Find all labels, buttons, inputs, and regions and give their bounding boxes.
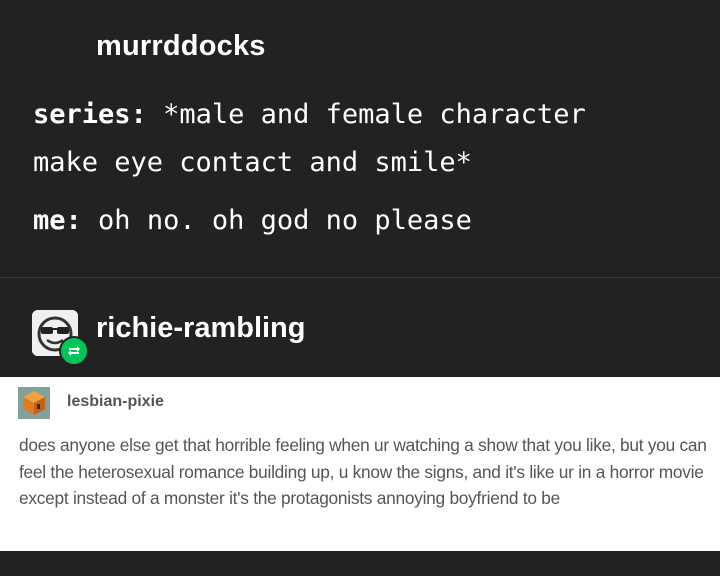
reblog-header: richie-rambling <box>0 290 720 376</box>
reblog-arrows-icon <box>68 346 80 356</box>
post-text-line-3: me: oh no. oh god no please <box>33 205 472 236</box>
screenshot-username: lesbian-pixie <box>67 393 164 410</box>
reblog-icon <box>59 336 89 366</box>
cube-avatar-icon <box>18 387 50 419</box>
me-label: me: <box>33 205 82 236</box>
reblogger-username[interactable]: richie-rambling <box>96 312 306 345</box>
post-text-line-2: make eye contact and smile* <box>33 147 472 178</box>
original-post: murrddocks series: *male and female char… <box>0 0 720 277</box>
series-label: series: <box>33 99 147 130</box>
me-text: oh no. oh god no please <box>98 205 472 236</box>
post-divider <box>0 277 720 278</box>
embedded-screenshot: lesbian-pixie does anyone else get that … <box>0 377 720 551</box>
post-author-username[interactable]: murrddocks <box>96 30 266 63</box>
bottom-strip <box>0 551 720 576</box>
post-text-line-1: series: *male and female character <box>33 99 586 130</box>
screenshot-post-text: does anyone else get that horrible feeli… <box>19 435 707 508</box>
lesbian-pixie-avatar <box>18 387 50 419</box>
series-text: *male and female character <box>163 99 586 130</box>
